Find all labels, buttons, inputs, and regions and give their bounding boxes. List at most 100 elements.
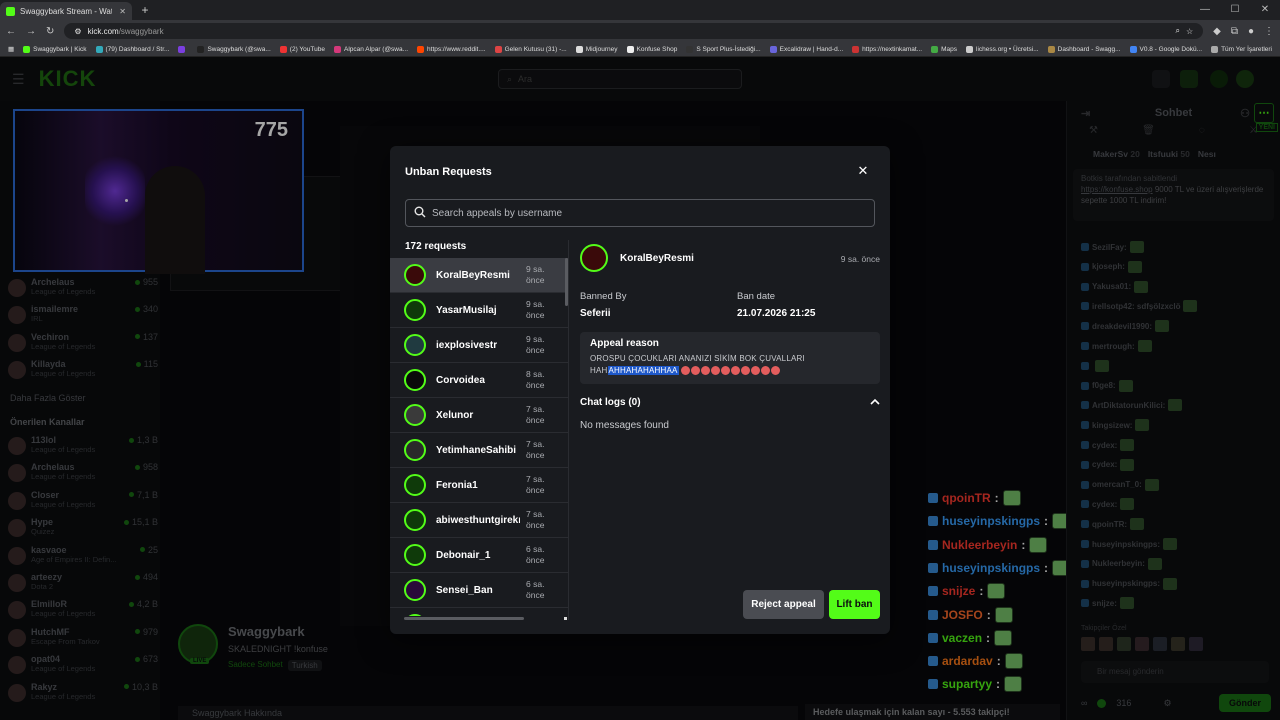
browser-tabbar: Swaggybark Stream - Watch Li ✕ + — ☐ ✕	[0, 0, 1280, 20]
request-username: Sensei_Ban	[436, 584, 493, 596]
request-list[interactable]: KoralBeyResmi 9 sa. önce YasarMusilaj 9 sa.…	[390, 258, 568, 616]
request-time: 7 sa. önce	[526, 509, 545, 530]
no-messages-text: No messages found	[580, 420, 669, 431]
bookmark[interactable]: Gelen Kutusu (31) -...	[494, 45, 567, 53]
x-logo-icon	[197, 45, 205, 53]
request-avatar	[404, 579, 426, 601]
divider	[568, 240, 569, 620]
request-username: YetimhaneSahibi	[436, 444, 517, 456]
bookmark[interactable]: Swaggybark (@swa...	[197, 45, 271, 53]
bookmark[interactable]: S Sport Plus-İstediği...	[686, 45, 761, 53]
browser-menu-icon[interactable]: ⋮	[1264, 26, 1274, 37]
close-window-icon[interactable]: ✕	[1250, 0, 1280, 20]
bookmark[interactable]: Swaggybark | Kick	[23, 45, 87, 53]
chat-logs-toggle[interactable]: Chat logs (0)	[580, 394, 880, 410]
ban-date-label: Ban date	[737, 291, 776, 302]
request-avatar	[404, 264, 426, 286]
request-time: 6 sa. önce	[526, 544, 545, 565]
banned-by-label: Banned By	[580, 291, 627, 302]
selected-text: AHHAHAHAHHAA	[607, 366, 679, 375]
request-row[interactable]: Corvoidea 8 sa. önce	[390, 363, 568, 398]
request-row[interactable]: iexplosivestr 9 sa. önce	[390, 328, 568, 363]
request-row[interactable]: abiwesthuntgirekmi 7 sa. önce	[390, 503, 568, 538]
laughing-emojis-icon	[681, 366, 781, 376]
bookmark[interactable]: lichess.org • Ücretsi...	[966, 45, 1039, 53]
address-bar-row: ← → ↻ ⚙ kick.com/swaggybark ⌕ ☆ ◆ ⧉ ● ⋮	[0, 20, 1280, 42]
forward-icon[interactable]: →	[26, 26, 36, 37]
new-tab-button[interactable]: +	[138, 3, 152, 17]
close-tab-icon[interactable]: ✕	[119, 7, 126, 16]
appeal-search-input[interactable]	[432, 207, 852, 219]
bookmark[interactable]: Excalidraw | Hand-d...	[769, 45, 843, 53]
request-avatar	[404, 369, 426, 391]
request-username: Corvoidea	[436, 374, 485, 386]
appeal-search-field[interactable]	[405, 199, 875, 227]
request-username: YasarMusilaj	[436, 304, 497, 316]
bookmark-favicon-icon	[23, 45, 31, 53]
request-row[interactable]: KoralBeyResmi 9 sa. önce	[390, 258, 568, 293]
request-row[interactable]: Xelunor 7 sa. önce	[390, 398, 568, 433]
modal-title: Unban Requests	[405, 166, 492, 178]
minimize-icon[interactable]: —	[1190, 0, 1220, 20]
request-row[interactable]: YasarMusilaj 9 sa. önce	[390, 293, 568, 328]
reject-appeal-button[interactable]: Reject appeal	[743, 590, 824, 619]
bookmark[interactable]: Konfuse Shop	[626, 45, 677, 53]
bookmark[interactable]: Dashboard - Swagg...	[1047, 45, 1121, 53]
bookmark-favicon-icon	[95, 45, 103, 53]
bookmark[interactable]: V0.8 - Google Dokü...	[1129, 45, 1202, 53]
site-info-icon[interactable]: ⚙	[74, 27, 81, 36]
kick-favicon-icon	[6, 6, 15, 16]
instagram-icon	[333, 45, 341, 53]
bookmark[interactable]: Alpcan Alpar (@swa...	[333, 45, 408, 53]
request-username: abiwesthuntgirekmi	[436, 514, 520, 526]
request-row[interactable]: Sensei_Ban 6 sa. önce	[390, 573, 568, 608]
profile-avatar-icon[interactable]: ●	[1248, 26, 1254, 37]
back-icon[interactable]: ←	[6, 26, 16, 37]
appeal-line-2: HAH	[590, 366, 608, 375]
all-bookmarks[interactable]: Tüm Yer İşaretleri	[1211, 45, 1272, 53]
maximize-icon[interactable]: ☐	[1220, 0, 1250, 20]
url-host: kick.com	[87, 26, 119, 36]
bookmark-favicon-icon	[626, 45, 634, 53]
gmail-icon	[494, 45, 502, 53]
chevron-up-icon	[870, 398, 880, 405]
appeal-reason-box: Appeal reason OROSPU ÇOCUKLARI ANANIZI S…	[580, 332, 880, 384]
bookmark[interactable]: https://www.reddit....	[417, 45, 486, 53]
request-avatar	[404, 614, 426, 616]
url-field[interactable]: ⚙ kick.com/swaggybark ⌕ ☆	[64, 23, 1204, 39]
detail-username[interactable]: KoralBeyResmi	[620, 253, 694, 264]
bookmark[interactable]	[178, 45, 188, 53]
apps-grid-icon[interactable]: ▦	[8, 45, 14, 53]
bookmark[interactable]: Midjourney	[575, 45, 618, 53]
bookmark-star-icon[interactable]: ☆	[1186, 27, 1193, 36]
request-username: KoralBeyResmi	[436, 269, 510, 281]
list-hscrollbar[interactable]	[404, 617, 524, 620]
request-time: 6 sa. önce	[526, 579, 545, 600]
close-modal-icon[interactable]: ✕	[856, 164, 870, 178]
zoom-icon[interactable]: ⌕	[1175, 26, 1179, 36]
bookmark[interactable]: (79) Dashboard / Str...	[95, 45, 169, 53]
extension-icon[interactable]: ◆	[1213, 26, 1221, 37]
banned-by-value: Seferii	[580, 308, 611, 319]
extensions-puzzle-icon[interactable]: ⧉	[1231, 26, 1238, 37]
request-avatar	[404, 439, 426, 461]
unban-requests-modal: Unban Requests ✕ 172 requests KoralBeyRe…	[390, 146, 890, 634]
browser-tab[interactable]: Swaggybark Stream - Watch Li ✕	[0, 2, 132, 20]
request-avatar	[404, 334, 426, 356]
lift-ban-button[interactable]: Lift ban	[829, 590, 880, 619]
request-time: 7 sa. önce	[526, 474, 545, 495]
request-row[interactable]: Feronia1 7 sa. önce	[390, 468, 568, 503]
bookmark[interactable]: https://nextinkamat...	[852, 45, 922, 53]
excalidraw-icon	[769, 45, 777, 53]
request-row[interactable]: Debonair_1 6 sa. önce	[390, 538, 568, 573]
request-time: 8 sa. önce	[526, 369, 545, 390]
request-username: iexplosivestr	[436, 339, 498, 351]
bookmark[interactable]: (2) YouTube	[279, 45, 325, 53]
request-time: 9 sa. önce	[526, 334, 545, 355]
request-row[interactable]: YetimhaneSahibi 7 sa. önce	[390, 433, 568, 468]
reload-icon[interactable]: ↻	[46, 26, 54, 37]
request-row-partial[interactable]	[390, 608, 568, 616]
bookmark[interactable]: Maps	[931, 45, 957, 53]
lichess-icon	[966, 45, 974, 53]
scroll-corner	[564, 617, 567, 620]
